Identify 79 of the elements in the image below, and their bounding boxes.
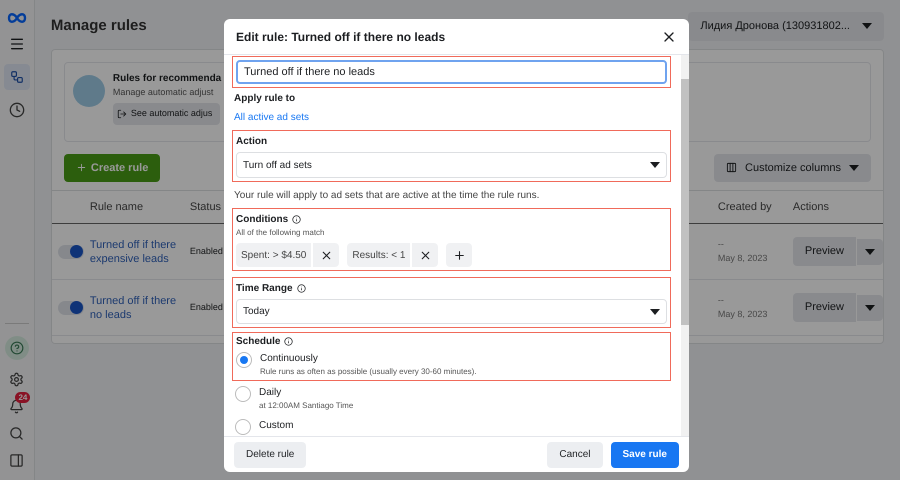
schedule-option-label: Custom	[259, 419, 294, 433]
schedule-option-label: Continuously	[260, 352, 319, 366]
action-label: Action	[236, 135, 268, 149]
save-rule-button[interactable]: Save rule	[610, 442, 679, 468]
exit-icon	[116, 108, 127, 119]
clock-icon[interactable]	[8, 102, 25, 118]
columns-icon	[726, 162, 738, 174]
rule-toggle[interactable]	[58, 300, 84, 314]
info-icon[interactable]	[296, 284, 306, 293]
dialog-title: Edit rule: Turned off if there no leads	[236, 28, 446, 46]
apply-rule-link[interactable]: All active ad sets	[232, 110, 671, 125]
caret-icon	[849, 164, 859, 171]
rule-name-link[interactable]: Turned off if there no leads	[90, 294, 190, 322]
condition-chip[interactable]: Spent: > $4.50	[236, 243, 312, 267]
remove-condition-button[interactable]	[412, 243, 438, 267]
rule-name-input[interactable]: Turned off if there no leads	[236, 60, 667, 84]
radio-button[interactable]	[235, 386, 251, 402]
info-icon[interactable]	[284, 337, 294, 346]
conditions-sublabel: All of the following match	[236, 227, 326, 239]
info-icon[interactable]	[292, 215, 302, 224]
account-selector[interactable]: Лидия Дронова (130931802...	[688, 12, 884, 40]
apply-rule-label: Apply rule to	[233, 92, 296, 106]
actions-dropdown-button[interactable]	[857, 238, 883, 264]
rule-toggle[interactable]	[58, 244, 84, 258]
notification-badge: 24	[15, 392, 30, 403]
remove-condition-button[interactable]	[313, 243, 340, 267]
page-title: Manage rules	[50, 16, 147, 36]
caret-icon	[862, 23, 872, 30]
close-icon	[320, 248, 333, 262]
action-dropdown[interactable]: Turn off ad sets	[236, 152, 667, 178]
conditions-label: Conditions	[236, 213, 288, 227]
column-header: Rule name	[90, 200, 144, 215]
caret-icon	[865, 248, 875, 254]
settings-icon[interactable]	[9, 372, 24, 387]
created-date: May 8, 2023	[718, 252, 768, 265]
time-range-label: Time Range	[236, 282, 292, 296]
created-by-text: --	[718, 294, 725, 307]
caret-icon	[650, 162, 660, 168]
actions-dropdown-button[interactable]	[857, 294, 883, 320]
column-header: Status	[190, 200, 222, 215]
schedule-option-description: at 12:00AM Santiago Time	[259, 400, 354, 412]
logo-icon	[6, 12, 28, 24]
preview-button[interactable]: Preview	[792, 237, 856, 266]
rule-name-link[interactable]: Turned off if there expensive leads	[90, 238, 190, 266]
plus-icon	[452, 248, 466, 262]
cancel-button[interactable]: Cancel	[547, 442, 603, 468]
created-by-text: --	[718, 238, 725, 251]
help-icon	[10, 341, 24, 355]
column-header: Actions	[792, 200, 829, 215]
status-text: Enabled	[190, 246, 223, 256]
search-icon[interactable]	[9, 426, 24, 441]
caret-icon	[650, 308, 660, 314]
time-range-dropdown[interactable]: Today	[236, 299, 667, 324]
preview-button[interactable]: Preview	[792, 293, 856, 322]
condition-chip[interactable]: Results: < 1	[347, 243, 410, 267]
add-condition-button[interactable]	[446, 243, 472, 267]
see-adjustments-button[interactable]: See automatic adjus	[112, 103, 220, 124]
column-header: Created by	[718, 200, 773, 215]
rules-nav-icon[interactable]	[4, 64, 30, 90]
notifications-icon[interactable]	[9, 399, 24, 414]
radio-button[interactable]	[235, 419, 251, 435]
banner-title: Rules for recommenda	[112, 72, 222, 86]
action-note: Your rule will apply to ad sets that are active at the time the rule runs.	[233, 189, 540, 203]
panel-icon[interactable]	[9, 453, 24, 468]
status-text: Enabled	[190, 302, 223, 312]
delete-rule-button[interactable]: Delete rule	[234, 442, 306, 468]
customize-columns-button[interactable]: Customize columns	[714, 154, 871, 182]
banner-subtitle: Manage automatic adjust	[112, 86, 214, 99]
scrollbar[interactable]	[681, 55, 689, 436]
menu-icon[interactable]	[8, 36, 25, 52]
schedule-label: Schedule	[236, 335, 280, 349]
schedule-option-description: Rule runs as often as possible (usually every 30-60 minutes).	[260, 366, 477, 378]
plus-icon	[76, 162, 87, 174]
caret-icon	[865, 304, 875, 310]
schedule-option-label: Daily	[259, 386, 282, 400]
radio-button[interactable]	[236, 352, 252, 368]
close-icon	[418, 248, 432, 262]
help-button[interactable]	[4, 336, 29, 360]
created-date: May 8, 2023	[718, 308, 768, 321]
